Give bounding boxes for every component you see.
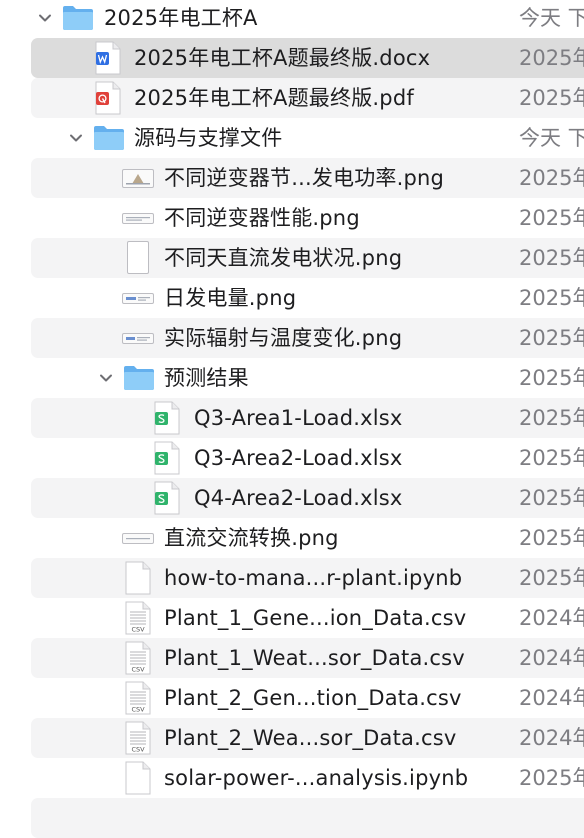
image-file-icon	[122, 289, 154, 308]
folder-icon	[123, 365, 155, 391]
date-modified: 今天 下	[519, 6, 584, 30]
chevron-down-icon[interactable]	[66, 128, 86, 148]
word-document-icon	[94, 41, 122, 75]
spreadsheet-file-icon	[153, 401, 181, 435]
file-row[interactable]: 2025年电工杯A 今天 下	[0, 0, 584, 38]
file-row[interactable]: CSV Plant_2_Gen...tion_Data.csv 2024年	[0, 678, 584, 718]
file-row[interactable]: Q3-Area2-Load.xlsx 2025年	[0, 438, 584, 478]
file-name: Plant_2_Gen...tion_Data.csv	[164, 686, 462, 710]
file-name: Q3-Area2-Load.xlsx	[194, 446, 403, 470]
file-name: Plant_2_Wea...sor_Data.csv	[164, 726, 457, 750]
csv-file-icon: CSV	[124, 601, 152, 635]
date-modified: 2025年	[519, 406, 584, 430]
svg-text:CSV: CSV	[131, 666, 145, 674]
file-name: 实际辐射与温度变化.png	[164, 326, 403, 350]
folder-icon	[93, 125, 125, 151]
date-modified: 2025年	[519, 286, 584, 310]
notebook-file-icon	[124, 761, 152, 795]
chevron-down-icon[interactable]	[96, 368, 116, 388]
file-name: how-to-mana...r-plant.ipynb	[164, 566, 463, 590]
file-row[interactable]: 直流交流转换.png 2025年	[0, 518, 584, 558]
date-modified: 2024年	[519, 726, 584, 750]
image-file-icon	[122, 169, 154, 188]
date-modified: 2025年	[519, 46, 584, 70]
date-modified: 2024年	[519, 686, 584, 710]
file-row[interactable]: 2025年电工杯A题最终版.pdf 2025年	[0, 78, 584, 118]
file-name: 不同逆变器节...发电功率.png	[164, 166, 445, 190]
date-modified: 今天 下	[519, 126, 584, 150]
file-name: 源码与支撑文件	[134, 126, 283, 150]
image-file-icon	[122, 329, 154, 348]
notebook-file-icon	[124, 561, 152, 595]
file-row[interactable]: 实际辐射与温度变化.png 2025年	[0, 318, 584, 358]
folder-icon	[62, 5, 94, 31]
date-modified: 2025年	[519, 366, 584, 390]
file-row[interactable]: how-to-mana...r-plant.ipynb 2025年	[0, 558, 584, 598]
date-modified: 2024年	[519, 606, 584, 630]
date-modified: 2025年	[519, 486, 584, 510]
date-modified: 2025年	[519, 766, 584, 790]
date-modified: 2025年	[519, 446, 584, 470]
file-name: 直流交流转换.png	[164, 526, 339, 550]
file-row[interactable]: 不同逆变器性能.png 2025年	[0, 198, 584, 238]
date-modified: 2025年	[519, 326, 584, 350]
file-row[interactable]: Q3-Area1-Load.xlsx 2025年	[0, 398, 584, 438]
row-background	[31, 798, 584, 838]
csv-file-icon: CSV	[124, 721, 152, 755]
pdf-document-icon	[94, 81, 122, 115]
date-modified: 2025年	[519, 206, 584, 230]
csv-file-icon: CSV	[124, 641, 152, 675]
image-file-icon	[122, 209, 154, 228]
svg-text:CSV: CSV	[131, 626, 145, 634]
date-modified: 2025年	[519, 566, 584, 590]
chevron-down-icon[interactable]	[35, 8, 55, 28]
image-file-icon	[127, 241, 149, 274]
file-row[interactable]: 不同逆变器节...发电功率.png 2025年	[0, 158, 584, 198]
file-name: 2025年电工杯A题最终版.pdf	[134, 86, 414, 110]
file-row[interactable]: CSV Plant_1_Gene...ion_Data.csv 2024年	[0, 598, 584, 638]
file-row[interactable]: 不同天直流发电状况.png 2025年	[0, 238, 584, 278]
file-name: 2025年电工杯A	[104, 6, 258, 30]
file-name: 预测结果	[164, 366, 249, 390]
file-name: 日发电量.png	[164, 286, 297, 310]
csv-file-icon: CSV	[124, 681, 152, 715]
file-row[interactable]: 预测结果 2025年	[0, 358, 584, 398]
file-name: solar-power-...analysis.ipynb	[164, 766, 469, 790]
file-name: Q3-Area1-Load.xlsx	[194, 406, 403, 430]
date-modified: 2025年	[519, 86, 584, 110]
file-row[interactable]: 源码与支撑文件 今天 下	[0, 118, 584, 158]
file-name: 不同逆变器性能.png	[164, 206, 360, 230]
image-file-icon	[122, 529, 154, 548]
spreadsheet-file-icon	[153, 441, 181, 475]
svg-text:CSV: CSV	[131, 746, 145, 754]
file-name: 不同天直流发电状况.png	[164, 246, 403, 270]
file-row[interactable]: CSV Plant_2_Wea...sor_Data.csv 2024年	[0, 718, 584, 758]
spreadsheet-file-icon	[153, 481, 181, 515]
row-background	[31, 278, 584, 318]
file-row[interactable]	[0, 798, 584, 838]
file-name: Plant_1_Gene...ion_Data.csv	[164, 606, 467, 630]
file-name: Plant_1_Weat...sor_Data.csv	[164, 646, 465, 670]
file-row[interactable]: 日发电量.png 2025年	[0, 278, 584, 318]
date-modified: 2025年	[519, 246, 584, 270]
file-name: 2025年电工杯A题最终版.docx	[134, 46, 431, 70]
date-modified: 2024年	[519, 646, 584, 670]
file-row[interactable]: CSV Plant_1_Weat...sor_Data.csv 2024年	[0, 638, 584, 678]
date-modified: 2025年	[519, 526, 584, 550]
svg-text:CSV: CSV	[131, 706, 145, 714]
file-row[interactable]: 2025年电工杯A题最终版.docx 2025年	[0, 38, 584, 78]
date-modified: 2025年	[519, 166, 584, 190]
file-row[interactable]: solar-power-...analysis.ipynb 2025年	[0, 758, 584, 798]
file-name: Q4-Area2-Load.xlsx	[194, 486, 403, 510]
file-row[interactable]: Q4-Area2-Load.xlsx 2025年	[0, 478, 584, 518]
